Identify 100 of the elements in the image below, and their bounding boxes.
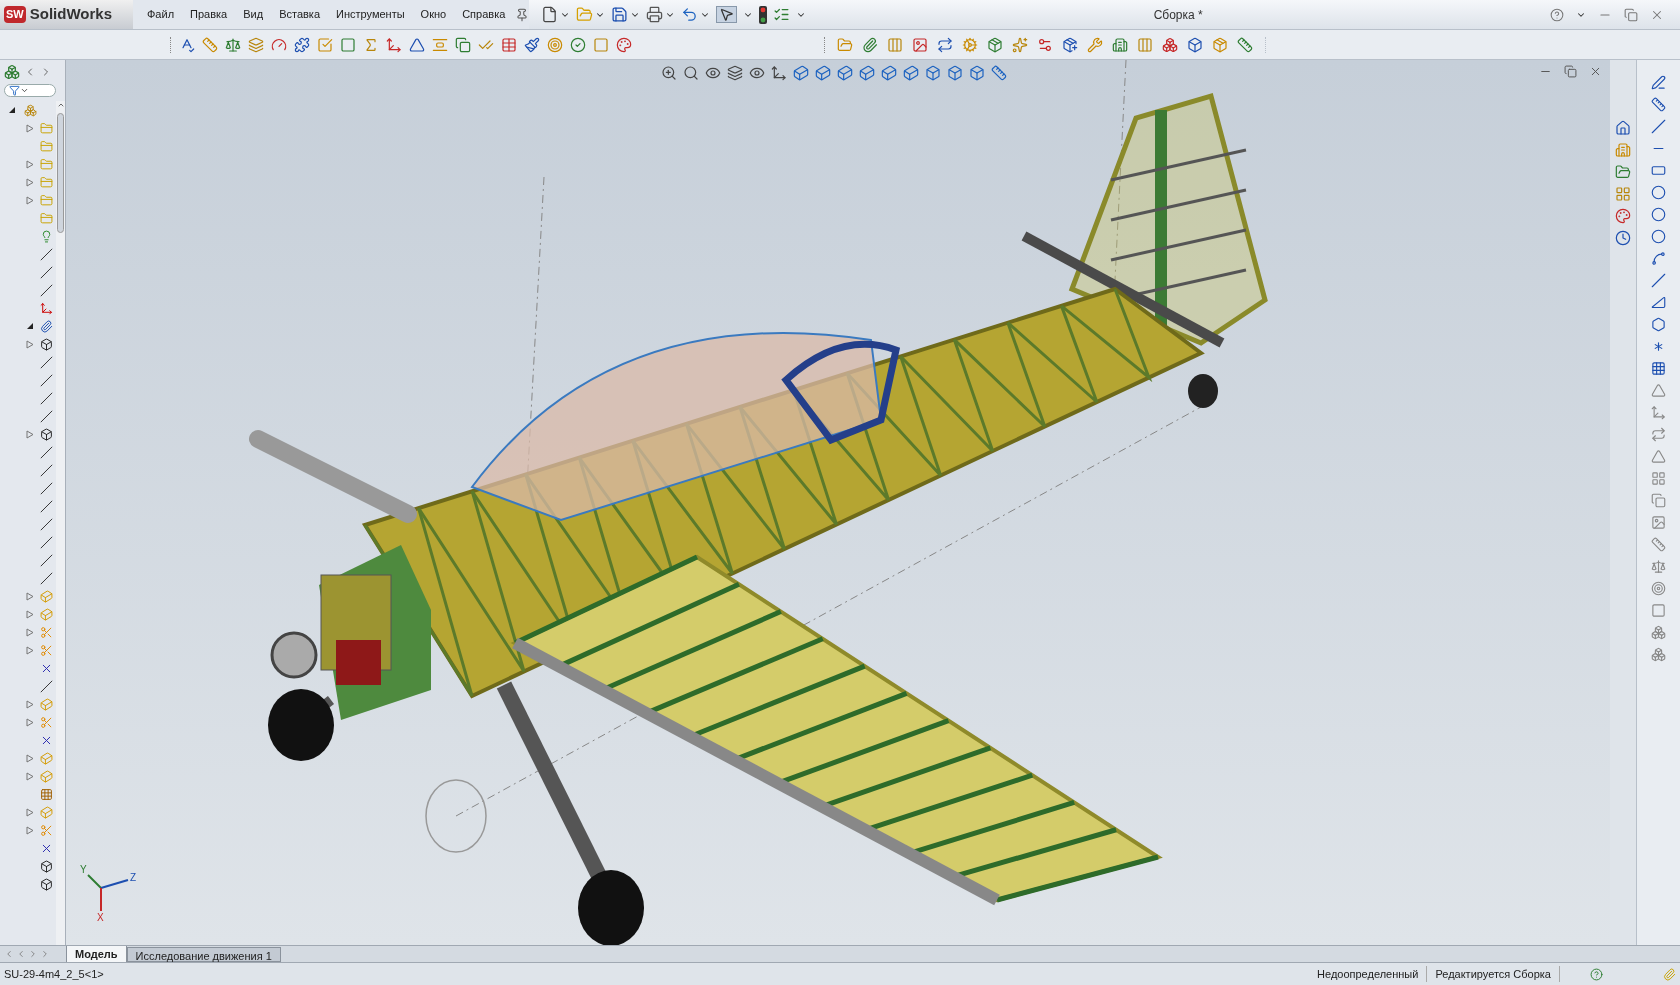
filter-button[interactable]: [4, 84, 56, 97]
tool-icon[interactable]: [570, 36, 586, 53]
collapsed-toggle-icon[interactable]: [26, 123, 34, 133]
tool-icon[interactable]: [837, 65, 853, 81]
plane-icon[interactable]: [40, 265, 53, 279]
tool-icon[interactable]: [771, 65, 787, 81]
origin-icon[interactable]: [40, 301, 53, 315]
expanded-toggle-icon[interactable]: [8, 106, 16, 114]
scroll-up-icon[interactable]: [56, 101, 65, 109]
restore-icon[interactable]: [1624, 7, 1638, 22]
part-icon[interactable]: [40, 859, 53, 873]
previous-tab-icon[interactable]: [16, 949, 26, 959]
collapsed-toggle-icon[interactable]: [26, 753, 34, 763]
first-tab-icon[interactable]: [4, 949, 14, 959]
task-pane-icon[interactable]: [1615, 186, 1631, 202]
tool-icon[interactable]: [1651, 361, 1666, 376]
folder-icon[interactable]: [40, 157, 53, 171]
menu-item[interactable]: Окно: [414, 6, 453, 23]
collapsed-toggle-icon[interactable]: [26, 429, 34, 439]
tool-icon[interactable]: [862, 36, 878, 53]
tool-icon[interactable]: [409, 36, 425, 53]
menu-item[interactable]: Правка: [184, 6, 234, 23]
tool-icon[interactable]: [524, 36, 540, 53]
help-icon[interactable]: [1590, 967, 1603, 981]
tool-icon[interactable]: [1651, 75, 1666, 90]
tool-icon[interactable]: [1062, 36, 1078, 53]
feature-icon[interactable]: [40, 805, 53, 819]
last-tab-icon[interactable]: [40, 949, 50, 959]
plane-icon[interactable]: [40, 535, 53, 549]
scrollbar-thumb[interactable]: [57, 113, 64, 233]
collapsed-toggle-icon[interactable]: [26, 609, 34, 619]
tool-icon[interactable]: [987, 36, 1003, 53]
collapsed-toggle-icon[interactable]: [26, 195, 34, 205]
feature-manager-tab-icon[interactable]: [4, 64, 20, 80]
collapsed-toggle-icon[interactable]: [26, 771, 34, 781]
menu-item[interactable]: Вставка: [273, 6, 326, 23]
folder-icon[interactable]: [40, 121, 53, 135]
plane-icon[interactable]: [40, 445, 53, 459]
task-pane-icon[interactable]: [1615, 208, 1631, 224]
tool-icon[interactable]: [616, 36, 632, 53]
part-icon[interactable]: [40, 337, 53, 351]
menu-item[interactable]: Вид: [237, 6, 270, 23]
tool-icon[interactable]: [1112, 36, 1128, 53]
help-icon[interactable]: [1550, 7, 1564, 22]
tool-icon[interactable]: [1651, 229, 1666, 244]
tool-icon[interactable]: [991, 65, 1007, 81]
feature-icon[interactable]: [40, 607, 53, 621]
collapsed-toggle-icon[interactable]: [26, 627, 34, 637]
plane-icon[interactable]: [40, 391, 53, 405]
tool-icon[interactable]: [1651, 251, 1666, 266]
tool-icon[interactable]: [1651, 273, 1666, 288]
folder-icon[interactable]: [40, 193, 53, 207]
tool-icon[interactable]: [501, 36, 517, 53]
folder-icon[interactable]: [40, 211, 53, 225]
pattern-icon[interactable]: [40, 787, 53, 801]
tool-icon[interactable]: [179, 36, 195, 53]
tool-icon[interactable]: [271, 36, 287, 53]
tool-icon[interactable]: [925, 65, 941, 81]
collapsed-toggle-icon[interactable]: [26, 159, 34, 169]
part-icon[interactable]: [40, 427, 53, 441]
folder-icon[interactable]: [40, 139, 53, 153]
collapsed-toggle-icon[interactable]: [26, 339, 34, 349]
plane-icon[interactable]: [40, 553, 53, 567]
next-tab-icon[interactable]: [28, 949, 38, 959]
vertical-scrollbar[interactable]: [56, 101, 65, 945]
document-tab[interactable]: Модель: [66, 945, 127, 963]
tool-icon[interactable]: [683, 65, 699, 81]
folder-icon[interactable]: [40, 175, 53, 189]
tool-icon[interactable]: [386, 36, 402, 53]
menu-item[interactable]: Файл: [141, 6, 181, 23]
tool-icon[interactable]: [1651, 207, 1666, 222]
tool-icon[interactable]: [912, 36, 928, 53]
collapsed-toggle-icon[interactable]: [26, 825, 34, 835]
tool-icon[interactable]: [773, 6, 791, 23]
tool-icon[interactable]: [859, 65, 875, 81]
feature-icon[interactable]: [40, 769, 53, 783]
tool-icon[interactable]: [1651, 317, 1666, 332]
collapsed-toggle-icon[interactable]: [26, 699, 34, 709]
tool-icon[interactable]: [815, 65, 831, 81]
part-icon[interactable]: [40, 877, 53, 891]
task-pane-icon[interactable]: [1615, 230, 1631, 246]
collapsed-toggle-icon[interactable]: [26, 807, 34, 817]
tool-icon[interactable]: [1651, 163, 1666, 178]
restore-icon[interactable]: [1564, 65, 1577, 78]
plane-icon[interactable]: [40, 463, 53, 477]
plane-icon[interactable]: [40, 355, 53, 369]
tool-icon[interactable]: [749, 65, 765, 81]
expanded-toggle-icon[interactable]: [26, 322, 34, 330]
tool-icon[interactable]: [646, 6, 664, 23]
tool-icon[interactable]: [881, 65, 897, 81]
plane-icon[interactable]: [40, 481, 53, 495]
collapsed-toggle-icon[interactable]: [26, 717, 34, 727]
tool-icon[interactable]: [705, 65, 721, 81]
tool-icon[interactable]: [727, 65, 743, 81]
collapsed-toggle-icon[interactable]: [26, 645, 34, 655]
collapsed-toggle-icon[interactable]: [26, 591, 34, 601]
plane-icon[interactable]: [40, 571, 53, 585]
tool-icon[interactable]: [969, 65, 985, 81]
cut-icon[interactable]: [40, 625, 53, 639]
tool-icon[interactable]: [455, 36, 471, 53]
